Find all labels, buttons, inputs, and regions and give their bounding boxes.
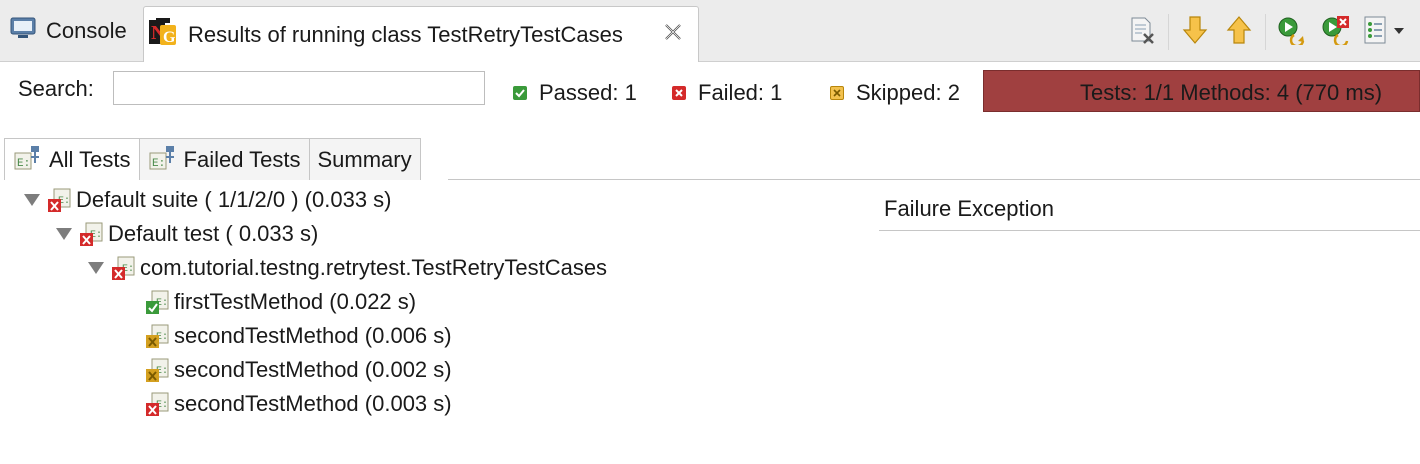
tree-node-passed[interactable]: E: firstTestMethod (0.022 s) (144, 286, 416, 318)
passed-count-label: Passed: 1 (539, 80, 637, 105)
tree-node-label: firstTestMethod (0.022 s) (174, 289, 417, 314)
tab-summary-label: Summary (317, 146, 412, 172)
svg-text:G: G (163, 29, 176, 46)
test-skipped-icon: E: (144, 357, 170, 383)
tab-results-label: Results of running class TestRetryTestCa… (188, 21, 623, 47)
previous-failure-button[interactable] (1217, 10, 1261, 54)
rerun-icon (1276, 15, 1308, 50)
tree-node-label: secondTestMethod (0.002 s) (174, 357, 452, 382)
rerun-failed-icon (1320, 15, 1352, 50)
clear-results-button[interactable] (1120, 10, 1164, 54)
tree-node-label: com.tutorial.testng.retrytest.TestRetryT… (140, 255, 608, 280)
skipped-icon (830, 86, 844, 100)
console-icon (10, 17, 36, 45)
clear-results-icon (1127, 15, 1157, 50)
tab-summary[interactable]: Summary (308, 138, 421, 180)
expand-triangle-icon[interactable] (56, 228, 72, 240)
test-skipped-icon: E: (144, 323, 170, 349)
failure-exception-divider (879, 230, 1420, 231)
tab-failed-tests-label: Failed Tests (183, 146, 301, 172)
next-failure-button[interactable] (1173, 10, 1217, 54)
tree-node-failed[interactable]: E: Default test ( 0.033 s) (56, 218, 318, 250)
view-tab-bar: Console N G Results of running class Tes… (0, 0, 1420, 62)
view-toolbar (1120, 10, 1412, 54)
svg-text:E:: E: (17, 158, 30, 170)
tree-node-label: Default suite ( 1/1/2/0 ) (0.033 s) (76, 187, 392, 212)
failed-icon (672, 86, 686, 100)
tree-node-label: secondTestMethod (0.006 s) (174, 323, 452, 348)
test-failed-icon: E: (78, 221, 104, 247)
close-tab-icon[interactable] (662, 21, 684, 43)
test-failed-icon: E: (46, 187, 72, 213)
failure-exception-title: Failure Exception (884, 196, 1054, 221)
tree-node-failed[interactable]: E: secondTestMethod (0.003 s) (144, 388, 452, 420)
tab-all-tests[interactable]: E: All Tests (4, 138, 140, 180)
testng-icon: N G (148, 17, 178, 53)
test-failed-icon: E: (144, 391, 170, 417)
tree-node-failed[interactable]: E: Default suite ( 1/1/2/0 ) (0.033 s) (24, 184, 392, 216)
tab-strip-line (448, 179, 1420, 180)
toolbar-separator (1168, 14, 1169, 50)
arrow-down-icon (1182, 15, 1208, 50)
svg-text:E:: E: (152, 158, 165, 170)
tab-failed-tests[interactable]: E: Failed Tests (138, 138, 310, 180)
test-hierarchy-icon: E: (148, 143, 178, 177)
history-list-icon (1362, 15, 1408, 50)
rerun-test-button[interactable] (1270, 10, 1314, 54)
progress-summary: Tests: 1/1 Methods: 4 (770 ms) (1080, 80, 1383, 105)
passed-count: Passed: 1 (513, 80, 637, 106)
tree-node-label: secondTestMethod (0.003 s) (174, 391, 452, 416)
arrow-up-icon (1226, 15, 1252, 50)
tab-testng-results[interactable]: N G Results of running class TestRetryTe… (143, 6, 699, 62)
tree-node-skipped[interactable]: E: secondTestMethod (0.006 s) (144, 320, 452, 352)
test-passed-icon: E: (144, 289, 170, 315)
expand-triangle-icon[interactable] (24, 194, 40, 206)
failed-count-label: Failed: 1 (698, 80, 783, 105)
skipped-count-label: Skipped: 2 (856, 80, 960, 105)
tree-node-failed[interactable]: E: com.tutorial.testng.retrytest.TestRetr… (88, 252, 607, 284)
tree-node-skipped[interactable]: E: secondTestMethod (0.002 s) (144, 354, 452, 386)
expand-triangle-icon[interactable] (88, 262, 104, 274)
tab-console[interactable]: Console (0, 4, 142, 58)
tree-node-label: Default test ( 0.033 s) (108, 221, 319, 246)
test-hierarchy-icon: E: (13, 143, 43, 177)
tab-all-tests-label: All Tests (49, 146, 131, 172)
search-label: Search: (18, 76, 94, 101)
test-failed-icon: E: (110, 255, 136, 281)
search-input[interactable] (113, 71, 485, 105)
toolbar-separator (1265, 14, 1266, 50)
passed-icon (513, 86, 527, 100)
rerun-failed-button[interactable] (1314, 10, 1358, 54)
result-tabs: E: All Tests E: Failed Tests Summary (4, 138, 421, 180)
skipped-count: Skipped: 2 (830, 80, 960, 106)
tab-console-label: Console (46, 18, 127, 43)
history-dropdown-button[interactable] (1358, 10, 1412, 54)
failed-count: Failed: 1 (672, 80, 782, 106)
